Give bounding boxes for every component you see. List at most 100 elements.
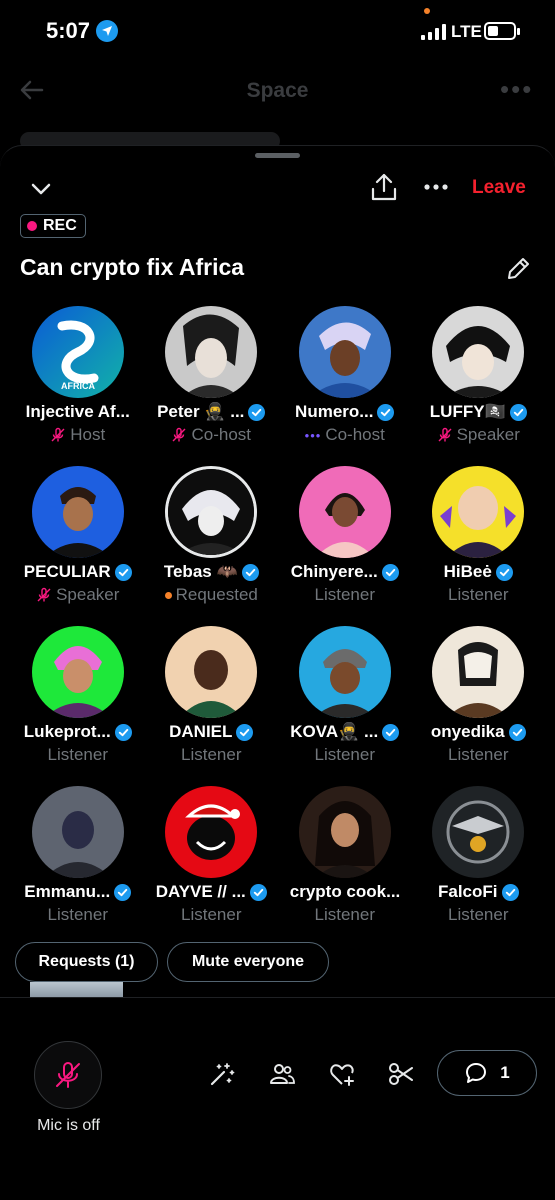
participant-role: Co-host <box>191 425 252 444</box>
participant-name: Chinyere... <box>290 562 378 581</box>
clock: 5:07 <box>46 18 91 43</box>
participant-name: HiBeė <box>443 562 492 581</box>
sheet-grabber[interactable] <box>255 153 300 158</box>
participant-card[interactable]: Tebas 🦇 Requested <box>145 466 279 606</box>
participant-card[interactable]: Numero... ••• Co-host <box>278 306 412 446</box>
participant-card[interactable]: FalcoFi Listener <box>412 786 546 926</box>
verified-badge-icon <box>249 883 267 901</box>
comment-count: 1 <box>500 1063 510 1082</box>
avatar <box>31 626 124 718</box>
participant-card[interactable]: PECULIAR Speaker <box>11 466 145 606</box>
participant-name: Peter 🥷 ... <box>157 402 245 421</box>
mute-everyone-button[interactable]: Mute everyone <box>167 942 329 982</box>
verified-badge-icon <box>114 723 132 741</box>
participant-name: Emmanu... <box>24 882 111 901</box>
recording-label: REC <box>43 217 77 234</box>
status-bar: 5:07 LTE <box>0 0 555 60</box>
participant-role: Listener <box>181 905 242 924</box>
recording-dot-icon <box>27 221 37 231</box>
space-sheet: Leave REC Can crypto fix Africa AFRICA I… <box>0 145 555 1200</box>
participant-card[interactable]: DAYVE // ... Listener <box>145 786 279 926</box>
participant-role: Listener <box>47 745 108 764</box>
participant-role: Host <box>70 425 106 444</box>
participant-card[interactable]: AFRICA Injective Af... Host <box>11 306 145 446</box>
avatar <box>432 466 525 558</box>
verified-badge-icon <box>382 723 400 741</box>
comment-bubble-icon <box>466 1063 487 1083</box>
avatar <box>298 306 391 398</box>
participant-name: crypto cook... <box>289 882 400 901</box>
comments-button[interactable]: 1 <box>437 1050 537 1096</box>
participant-name: FalcoFi <box>437 882 498 901</box>
bottom-divider <box>0 997 555 998</box>
verified-badge-icon <box>248 403 266 421</box>
verified-badge-icon <box>236 723 254 741</box>
verified-badge-icon <box>114 563 132 581</box>
participant-name: DAYVE // ... <box>155 882 246 901</box>
svg-text:AFRICA: AFRICA <box>61 381 95 391</box>
verified-badge-icon <box>377 403 395 421</box>
avatar <box>432 786 525 878</box>
participant-card[interactable]: Peter 🥷 ... Co-host <box>145 306 279 446</box>
verified-badge-icon <box>501 883 519 901</box>
participant-card[interactable]: Chinyere... Listener <box>278 466 412 606</box>
verified-badge-icon <box>495 563 513 581</box>
participant-card[interactable]: HiBeė Listener <box>412 466 546 606</box>
participant-role: Listener <box>448 905 509 924</box>
participant-role: Co-host <box>325 425 385 444</box>
participant-role: Listener <box>314 585 375 604</box>
verified-badge-icon <box>241 563 259 581</box>
participant-card[interactable]: LUFFY🏴‍☠️ Speaker <box>412 306 546 446</box>
participant-card[interactable]: DANIEL Listener <box>145 626 279 766</box>
heart-add-icon[interactable] <box>328 1060 356 1088</box>
participant-card[interactable]: crypto cook... Listener <box>278 786 412 926</box>
leave-button[interactable]: Leave <box>472 177 526 199</box>
participant-role: Requested <box>175 585 258 604</box>
verified-badge-icon <box>508 723 526 741</box>
next-avatar-peek <box>30 982 123 998</box>
network-type: LTE <box>451 22 482 41</box>
share-icon[interactable] <box>370 172 398 202</box>
requests-button[interactable]: Requests (1) <box>15 942 158 982</box>
participant-role: Speaker <box>456 425 520 444</box>
verified-badge-icon <box>509 403 527 421</box>
mic-toggle-button[interactable] <box>34 1041 102 1109</box>
people-icon[interactable] <box>268 1060 296 1088</box>
participant-card[interactable]: Lukeprot... Listener <box>11 626 145 766</box>
participant-card[interactable]: KOVA🥷 ... Listener <box>278 626 412 766</box>
avatar <box>432 626 525 718</box>
participant-role: Listener <box>448 745 509 764</box>
mic-off-icon <box>51 427 65 442</box>
mic-status-label: Mic is off <box>37 1117 100 1134</box>
avatar <box>298 466 391 558</box>
mic-off-icon <box>172 427 186 442</box>
signal-bars-icon <box>421 24 446 40</box>
participant-role: Listener <box>47 905 108 924</box>
verified-badge-icon <box>114 883 132 901</box>
participants-grid: AFRICA Injective Af... Host Peter 🥷 ... … <box>11 306 545 926</box>
mic-off-icon <box>37 587 51 602</box>
more-options-icon[interactable] <box>423 174 449 200</box>
participant-name: Lukeprot... <box>23 722 111 741</box>
edit-pencil-icon[interactable] <box>505 254 533 282</box>
avatar <box>31 466 124 558</box>
participant-name: KOVA🥷 ... <box>290 722 379 741</box>
participant-name: Injective Af... <box>25 402 130 421</box>
typing-dots-icon: ••• <box>304 427 322 443</box>
avatar <box>31 786 124 878</box>
avatar <box>298 786 391 878</box>
background-space-header: Space ••• <box>0 60 555 150</box>
background-more-icon: ••• <box>500 74 534 104</box>
participant-role: Listener <box>314 905 375 924</box>
mic-in-use-indicator <box>424 8 430 14</box>
avatar <box>165 466 258 558</box>
participant-card[interactable]: Emmanu... Listener <box>11 786 145 926</box>
participant-card[interactable]: onyedika Listener <box>412 626 546 766</box>
avatar <box>165 786 258 878</box>
minimize-chevron-icon[interactable] <box>28 176 54 202</box>
scissors-clip-icon[interactable] <box>387 1060 415 1088</box>
participant-name: Tebas 🦇 <box>163 562 238 581</box>
magic-wand-icon[interactable] <box>208 1060 236 1088</box>
recording-badge: REC <box>20 214 86 238</box>
participant-role: Listener <box>181 745 242 764</box>
